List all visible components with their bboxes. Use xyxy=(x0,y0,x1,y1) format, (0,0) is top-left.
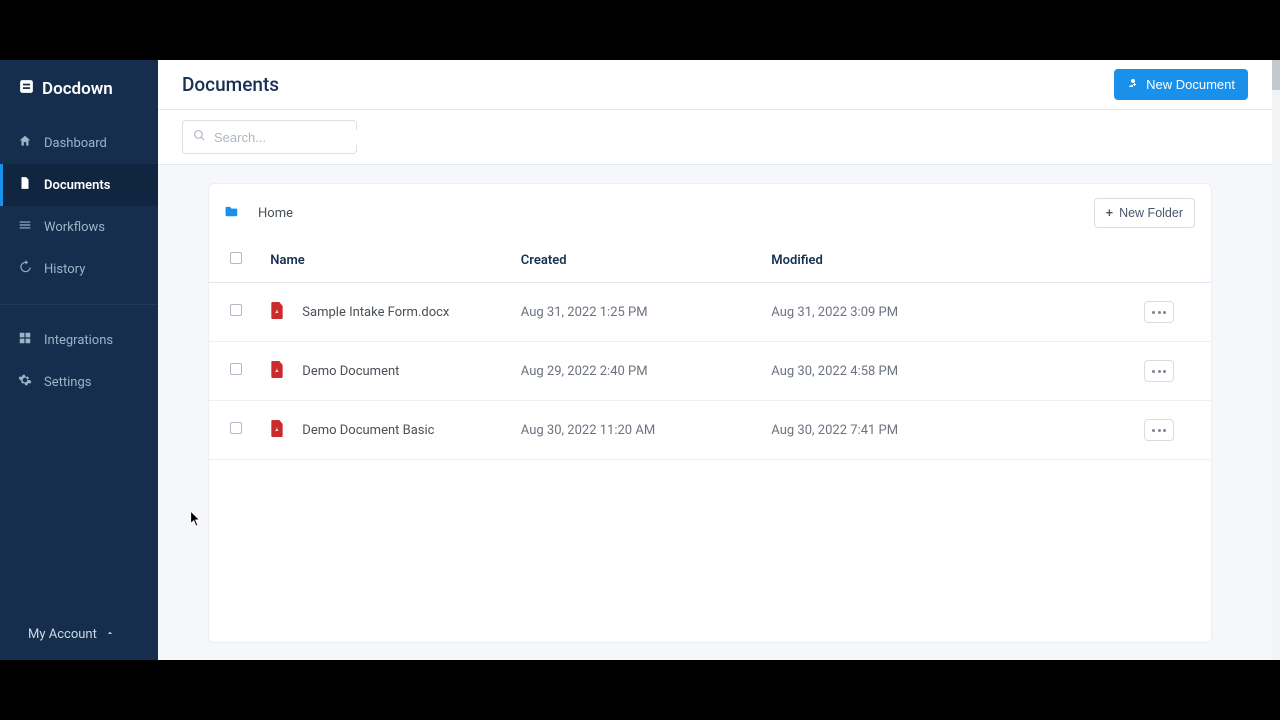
row-actions-button[interactable] xyxy=(1144,360,1174,382)
pdf-icon xyxy=(270,302,284,323)
nav-separator xyxy=(0,304,158,305)
nav: Dashboard Documents Workflows History xyxy=(0,118,158,403)
plus-icon: + xyxy=(1106,206,1113,220)
new-folder-button[interactable]: + New Folder xyxy=(1094,198,1195,228)
row-checkbox[interactable] xyxy=(230,363,242,375)
breadcrumb-home: Home xyxy=(258,206,293,221)
col-header-created[interactable]: Created xyxy=(513,242,764,283)
sidebar-item-label: Workflows xyxy=(44,220,105,235)
searchbar-row xyxy=(158,110,1272,165)
documents-table: Name Created Modified xyxy=(209,242,1211,460)
new-folder-label: New Folder xyxy=(1119,206,1183,220)
brand[interactable]: Docdown xyxy=(0,60,158,118)
page-title: Documents xyxy=(182,73,279,96)
row-modified: Aug 30, 2022 4:58 PM xyxy=(763,342,1136,401)
sidebar: Docdown Dashboard Documents Workflows xyxy=(0,60,158,660)
table-header-row: Name Created Modified xyxy=(209,242,1211,283)
breadcrumb[interactable]: Home xyxy=(225,205,293,221)
row-created: Aug 30, 2022 11:20 AM xyxy=(513,401,764,460)
documents-card: Home + New Folder Name xyxy=(208,183,1212,643)
search-input[interactable] xyxy=(214,130,390,145)
my-account-label: My Account xyxy=(28,627,97,642)
header: Documents New Document xyxy=(158,60,1272,110)
sidebar-item-integrations[interactable]: Integrations xyxy=(0,319,158,361)
search-icon xyxy=(193,129,206,146)
breadcrumb-row: Home + New Folder xyxy=(209,184,1211,242)
brand-label: Docdown xyxy=(42,79,113,99)
row-name: Demo Document Basic xyxy=(302,423,434,438)
row-checkbox[interactable] xyxy=(230,422,242,434)
sidebar-item-workflows[interactable]: Workflows xyxy=(0,206,158,248)
searchbar[interactable] xyxy=(182,120,357,154)
bars-icon xyxy=(18,218,32,236)
sidebar-item-dashboard[interactable]: Dashboard xyxy=(0,122,158,164)
sidebar-item-history[interactable]: History xyxy=(0,248,158,290)
row-modified: Aug 30, 2022 7:41 PM xyxy=(763,401,1136,460)
main: Documents New Document xyxy=(158,60,1272,660)
app: Docdown Dashboard Documents Workflows xyxy=(0,60,1272,660)
sidebar-item-label: Dashboard xyxy=(44,136,107,151)
table-row[interactable]: Demo Document Aug 29, 2022 2:40 PM Aug 3… xyxy=(209,342,1211,401)
grid-icon xyxy=(18,331,32,349)
pdf-icon xyxy=(270,420,284,441)
folder-icon xyxy=(225,205,239,221)
user-plus-icon xyxy=(1127,77,1139,92)
new-document-button[interactable]: New Document xyxy=(1114,69,1248,100)
sidebar-item-label: Integrations xyxy=(44,333,113,348)
file-icon xyxy=(18,176,32,194)
home-icon xyxy=(18,134,32,152)
content-area: Home + New Folder Name xyxy=(158,165,1272,660)
row-name: Sample Intake Form.docx xyxy=(302,305,449,320)
col-header-modified[interactable]: Modified xyxy=(763,242,1136,283)
row-actions-button[interactable] xyxy=(1144,419,1174,441)
select-all-checkbox[interactable] xyxy=(230,252,242,264)
row-actions-button[interactable] xyxy=(1144,301,1174,323)
sidebar-item-settings[interactable]: Settings xyxy=(0,361,158,403)
new-document-label: New Document xyxy=(1146,77,1235,92)
col-header-name[interactable]: Name xyxy=(262,242,513,283)
row-name: Demo Document xyxy=(302,364,399,379)
gear-icon xyxy=(18,373,32,391)
history-icon xyxy=(18,260,32,278)
sidebar-item-label: History xyxy=(44,262,85,277)
row-checkbox[interactable] xyxy=(230,304,242,316)
row-modified: Aug 31, 2022 3:09 PM xyxy=(763,283,1136,342)
table-row[interactable]: Demo Document Basic Aug 30, 2022 11:20 A… xyxy=(209,401,1211,460)
row-created: Aug 29, 2022 2:40 PM xyxy=(513,342,764,401)
sidebar-item-documents[interactable]: Documents xyxy=(0,164,158,206)
scrollbar-thumb[interactable] xyxy=(1272,60,1280,90)
row-created: Aug 31, 2022 1:25 PM xyxy=(513,283,764,342)
scrollbar-track[interactable] xyxy=(1272,60,1280,660)
letterbox-top xyxy=(0,0,1280,60)
brand-logo-icon xyxy=(18,78,35,100)
pdf-icon xyxy=(270,361,284,382)
my-account-toggle[interactable]: My Account xyxy=(0,613,158,660)
sidebar-item-label: Settings xyxy=(44,375,91,390)
chevron-up-icon xyxy=(105,627,115,642)
letterbox-bottom xyxy=(0,660,1280,720)
sidebar-item-label: Documents xyxy=(44,178,110,193)
table-row[interactable]: Sample Intake Form.docx Aug 31, 2022 1:2… xyxy=(209,283,1211,342)
